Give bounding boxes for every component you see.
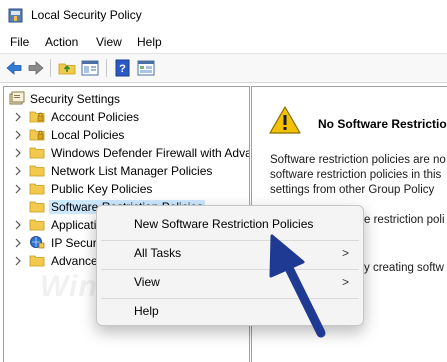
menu-file[interactable]: File [10, 35, 29, 49]
details-text-line: software restriction policies in this [270, 169, 442, 181]
tree-item-label: Local Policies [51, 128, 125, 142]
chevron-right-icon[interactable] [13, 254, 23, 268]
chevron-right-icon[interactable] [13, 128, 23, 142]
svg-text:?: ? [119, 63, 126, 75]
details-text-line: e restriction poli [364, 214, 445, 226]
chevron-right-icon[interactable] [13, 236, 23, 250]
help-icon[interactable]: ? [114, 59, 132, 77]
policy-folder-icon [29, 111, 45, 123]
tree-item-public-key-policies[interactable]: Public Key Policies [4, 180, 249, 198]
chevron-right-icon[interactable] [13, 218, 23, 232]
ctx-item-label: View [134, 275, 160, 289]
folder-icon [29, 183, 45, 195]
tree-item-windows-defender-firewall[interactable]: Windows Defender Firewall with Adva [4, 144, 249, 162]
ctx-all-tasks[interactable]: All Tasks > [101, 242, 359, 264]
tree-item-local-policies[interactable]: Local Policies [4, 126, 249, 144]
tree-item-label: Account Policies [51, 110, 140, 124]
details-title: No Software Restriction [318, 117, 447, 131]
ctx-item-label: All Tasks [134, 246, 182, 260]
ctx-separator [101, 269, 359, 270]
ctx-separator [101, 240, 359, 241]
security-settings-icon [9, 91, 25, 105]
ctx-help[interactable]: Help [101, 300, 359, 322]
details-text-line: y creating softw [364, 262, 444, 274]
submenu-arrow-icon: > [341, 275, 349, 289]
back-icon[interactable] [5, 59, 23, 77]
folder-icon [29, 165, 45, 177]
details-text-line: settings from other Group Policy [270, 184, 435, 196]
folder-icon [29, 201, 45, 213]
ctx-separator [101, 298, 359, 299]
folder-icon [29, 255, 45, 267]
forward-icon[interactable] [27, 59, 45, 77]
tree-item-network-list-manager[interactable]: Network List Manager Policies [4, 162, 249, 180]
local-security-policy-icon [8, 8, 23, 23]
menu-bar: File Action View Help [0, 32, 447, 52]
title-bar: Local Security Policy [0, 0, 447, 32]
tree-item-label: Windows Defender Firewall with Adva [51, 146, 250, 160]
toolbar: ? [0, 53, 447, 83]
ctx-new-software-restriction-policies[interactable]: New Software Restriction Policies [101, 213, 359, 235]
tree-item-account-policies[interactable]: Account Policies [4, 108, 249, 126]
chevron-right-icon[interactable] [13, 110, 23, 124]
chevron-right-icon[interactable] [13, 182, 23, 196]
chevron-right-icon[interactable] [13, 164, 23, 178]
ctx-view[interactable]: View > [101, 271, 359, 293]
ip-security-icon [30, 236, 45, 249]
folder-icon [29, 219, 45, 231]
folder-icon [29, 147, 45, 159]
tree-item-label: Advance [51, 254, 98, 268]
tree-root-security-settings[interactable]: Security Settings [4, 90, 249, 108]
context-menu: New Software Restriction Policies All Ta… [96, 205, 364, 326]
chevron-right-icon[interactable] [13, 146, 23, 160]
window-title: Local Security Policy [31, 8, 142, 22]
ctx-item-label: New Software Restriction Policies [134, 217, 314, 231]
submenu-arrow-icon: > [341, 246, 349, 260]
ctx-item-label: Help [134, 304, 159, 318]
details-text-line: Software restriction policies are no [270, 154, 446, 166]
menu-view[interactable]: View [96, 35, 122, 49]
toolbar-separator [106, 59, 107, 77]
properties-icon[interactable] [137, 59, 155, 77]
warning-icon [269, 106, 301, 134]
menu-help[interactable]: Help [137, 35, 162, 49]
policy-folder-icon [29, 129, 45, 141]
tree-item-label: Public Key Policies [51, 182, 153, 196]
toolbar-separator [50, 59, 51, 77]
tree-item-label: Network List Manager Policies [51, 164, 213, 178]
up-folder-icon[interactable] [58, 59, 76, 77]
menu-action[interactable]: Action [45, 35, 78, 49]
tree-root-label: Security Settings [30, 92, 121, 106]
show-hide-tree-icon[interactable] [81, 59, 99, 77]
